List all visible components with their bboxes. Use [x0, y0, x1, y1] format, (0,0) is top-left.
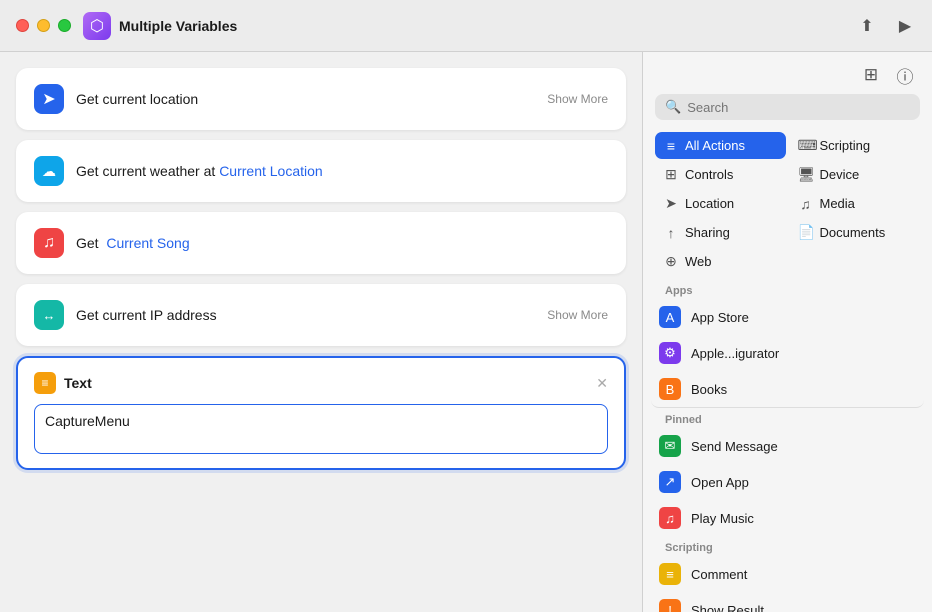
window-title: Multiple Variables — [119, 18, 856, 34]
apple-configurator-label: Apple...igurator — [691, 346, 779, 361]
traffic-lights — [16, 19, 71, 32]
text-card-close-button[interactable]: ✕ — [596, 375, 608, 392]
documents-icon: 📄 — [798, 224, 814, 241]
list-item-open-app[interactable]: ↗ Open App — [651, 464, 924, 500]
books-label: Books — [691, 382, 727, 397]
titlebar: ⬡ Multiple Variables ⬆ ▶ — [0, 0, 932, 52]
text-card-header: ≡ Text ✕ — [34, 372, 608, 394]
comment-label: Comment — [691, 567, 747, 582]
open-app-icon: ↗ — [659, 471, 681, 493]
ip-icon: ↔ — [34, 300, 64, 330]
media-icon: ♫ — [798, 196, 814, 212]
action-song-label: Get Current Song — [76, 235, 608, 251]
device-icon: 🖥 — [798, 166, 814, 183]
ip-show-more[interactable]: Show More — [547, 308, 608, 322]
action-ip-label: Get current IP address — [76, 307, 547, 323]
send-message-icon: ✉ — [659, 435, 681, 457]
pinned-section-label: Pinned — [651, 408, 924, 428]
location-icon: ➤ — [34, 84, 64, 114]
app-store-label: App Store — [691, 310, 749, 325]
list-item-books[interactable]: B Books — [651, 371, 924, 408]
category-documents-label: Documents — [820, 225, 886, 240]
location-nav-icon: ➤ — [663, 195, 679, 212]
zoom-button[interactable] — [58, 19, 71, 32]
category-web-label: Web — [685, 254, 712, 269]
right-pane: ⊞ ⓘ 🔍 ≡ All Actions ⌨ Scripting ⊞ Contro… — [642, 52, 932, 612]
apple-configurator-icon: ⚙ — [659, 342, 681, 364]
right-top-bar: ⊞ ⓘ — [643, 52, 932, 94]
category-device[interactable]: 🖥 Device — [790, 161, 921, 188]
app-icon: ⬡ — [83, 12, 111, 40]
category-documents[interactable]: 📄 Documents — [790, 219, 921, 246]
text-card-title: Text — [64, 375, 596, 391]
scripting-section-label: Scripting — [651, 536, 924, 556]
apps-section-label: Apps — [651, 279, 924, 299]
web-icon: ⊕ — [663, 253, 679, 270]
comment-icon: ≡ — [659, 563, 681, 585]
send-message-label: Send Message — [691, 439, 778, 454]
category-controls[interactable]: ⊞ Controls — [655, 161, 786, 188]
show-result-icon: ! — [659, 599, 681, 612]
category-sharing-label: Sharing — [685, 225, 730, 240]
music-icon: ♫ — [34, 228, 64, 258]
search-icon: 🔍 — [665, 99, 681, 115]
play-music-icon: ♫ — [659, 507, 681, 529]
text-input[interactable]: CaptureMenu — [34, 404, 608, 454]
location-show-more[interactable]: Show More — [547, 92, 608, 106]
list-item-play-music[interactable]: ♫ Play Music — [651, 500, 924, 536]
list-item-show-result[interactable]: ! Show Result — [651, 592, 924, 612]
show-result-label: Show Result — [691, 603, 764, 612]
list-item-comment[interactable]: ≡ Comment — [651, 556, 924, 592]
category-nav: ≡ All Actions ⌨ Scripting ⊞ Controls 🖥 D… — [643, 128, 932, 279]
category-all-label: All Actions — [685, 138, 745, 153]
weather-icon: ☁ — [34, 156, 64, 186]
titlebar-actions: ⬆ ▶ — [856, 15, 916, 37]
category-location[interactable]: ➤ Location — [655, 190, 786, 217]
controls-icon: ⊞ — [663, 166, 679, 183]
list-item-app-store[interactable]: A App Store — [651, 299, 924, 335]
category-location-label: Location — [685, 196, 734, 211]
category-scripting-label: Scripting — [820, 138, 871, 153]
close-button[interactable] — [16, 19, 29, 32]
action-location-label: Get current location — [76, 91, 547, 107]
category-all-actions[interactable]: ≡ All Actions — [655, 132, 786, 159]
list-item-send-message[interactable]: ✉ Send Message — [651, 428, 924, 464]
play-music-label: Play Music — [691, 511, 754, 526]
action-get-song[interactable]: ♫ Get Current Song — [16, 212, 626, 274]
main-content: ➤ Get current location Show More ☁ Get c… — [0, 52, 932, 612]
all-actions-icon: ≡ — [663, 138, 679, 154]
search-container: 🔍 — [643, 94, 932, 128]
action-list: Apps A App Store ⚙ Apple...igurator B Bo… — [643, 279, 932, 612]
scripting-icon: ⌨ — [798, 137, 814, 154]
category-scripting[interactable]: ⌨ Scripting — [790, 132, 921, 159]
minimize-button[interactable] — [37, 19, 50, 32]
song-variable: Current Song — [106, 235, 189, 251]
play-button[interactable]: ▶ — [894, 15, 916, 37]
category-web[interactable]: ⊕ Web — [655, 248, 786, 275]
action-get-weather[interactable]: ☁ Get current weather at Current Locatio… — [16, 140, 626, 202]
list-item-apple-configurator[interactable]: ⚙ Apple...igurator — [651, 335, 924, 371]
action-weather-label: Get current weather at Current Location — [76, 163, 608, 179]
action-get-ip[interactable]: ↔ Get current IP address Show More — [16, 284, 626, 346]
category-media[interactable]: ♫ Media — [790, 190, 921, 217]
category-sharing[interactable]: ↑ Sharing — [655, 219, 786, 246]
search-box: 🔍 — [655, 94, 920, 120]
share-button[interactable]: ⬆ — [856, 15, 878, 37]
search-input[interactable] — [687, 100, 910, 115]
open-app-label: Open App — [691, 475, 749, 490]
left-pane: ➤ Get current location Show More ☁ Get c… — [0, 52, 642, 612]
info-button[interactable]: ⓘ — [894, 64, 916, 86]
text-card: ≡ Text ✕ CaptureMenu — [16, 356, 626, 470]
books-icon: B — [659, 378, 681, 400]
category-media-label: Media — [820, 196, 855, 211]
add-to-library-button[interactable]: ⊞ — [860, 64, 882, 86]
app-store-icon: A — [659, 306, 681, 328]
category-controls-label: Controls — [685, 167, 733, 182]
category-device-label: Device — [820, 167, 860, 182]
weather-variable: Current Location — [219, 163, 323, 179]
sharing-icon: ↑ — [663, 225, 679, 241]
text-card-icon: ≡ — [34, 372, 56, 394]
action-get-location[interactable]: ➤ Get current location Show More — [16, 68, 626, 130]
